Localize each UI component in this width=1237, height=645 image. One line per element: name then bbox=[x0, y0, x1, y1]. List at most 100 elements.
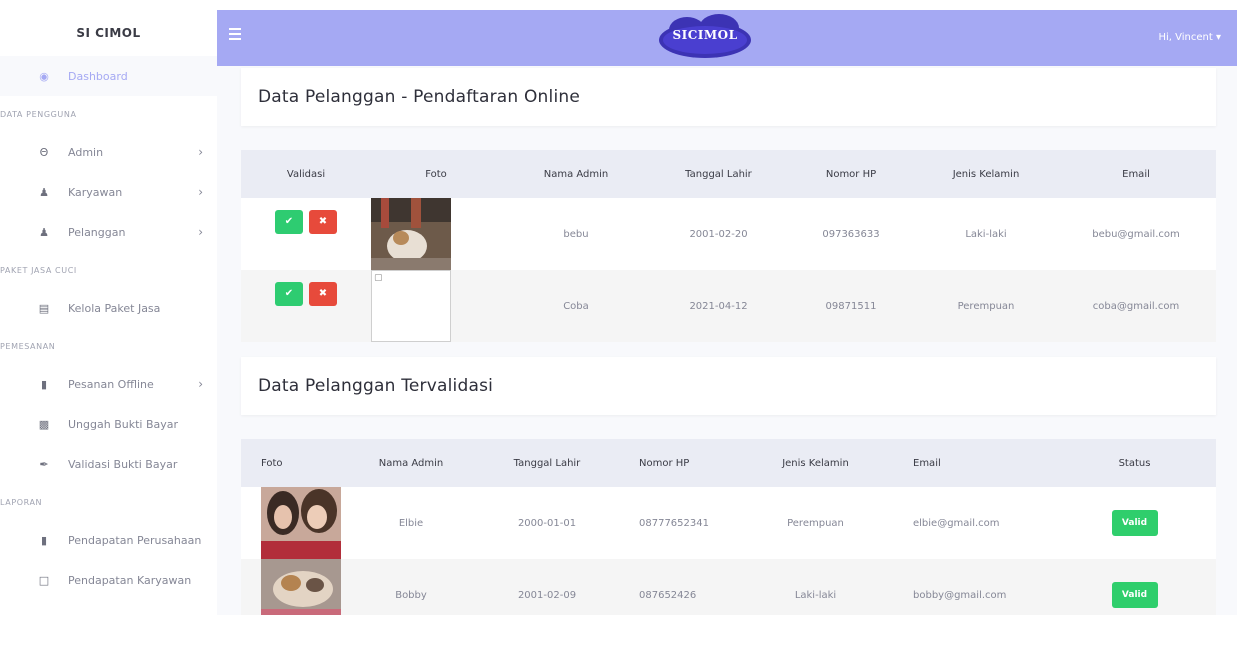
hp-cell: 087652426 bbox=[639, 589, 697, 601]
nama-cell: Bobby bbox=[395, 589, 427, 601]
hp-cell: 097363633 bbox=[822, 228, 880, 240]
sidebar-item-label: Admin bbox=[68, 145, 104, 159]
status-cell: Valid bbox=[1053, 559, 1216, 615]
hp-cell: 08777652341 bbox=[639, 517, 709, 529]
jk-cell: Laki-laki bbox=[965, 228, 1007, 240]
jk-cell: Laki-laki bbox=[794, 589, 837, 601]
broken-image-icon: ▢ bbox=[371, 270, 451, 342]
col-header: Jenis Kelamin bbox=[782, 457, 849, 469]
sidebar-item-karyawan[interactable]: ♟ Karyawan › bbox=[0, 172, 217, 212]
col-header: Foto bbox=[261, 457, 283, 469]
sidebar-item-dashboard[interactable]: ◉ Dashboard bbox=[0, 56, 217, 96]
nama-cell: Coba bbox=[563, 300, 589, 312]
logo-text: SICIMOL bbox=[672, 28, 738, 42]
sidebar-heading-pengguna: DATA PENGGUNA bbox=[0, 109, 77, 119]
user-icon: ♟ bbox=[39, 185, 49, 199]
sidebar-item-pesanan-offline[interactable]: ▮ Pesanan Offline › bbox=[0, 364, 217, 404]
sidebar-heading-paket: PAKET JASA CUCI bbox=[0, 265, 77, 275]
foto-cell bbox=[241, 487, 341, 559]
sidebar-heading: LAPORAN bbox=[0, 484, 217, 520]
validasi-cell: ✔ ✖ bbox=[241, 198, 371, 270]
user-tie-icon: ♟ bbox=[39, 225, 49, 239]
customer-photo bbox=[261, 487, 341, 559]
foto-cell: ▢ bbox=[371, 270, 501, 342]
sidebar-brand[interactable]: SI CIMOL bbox=[0, 10, 217, 56]
sidebar-item-label: Karyawan bbox=[68, 185, 123, 199]
foto-cell bbox=[371, 198, 501, 270]
sidebar-item-label: Kelola Paket Jasa bbox=[68, 301, 161, 315]
file-icon: ▮ bbox=[40, 377, 48, 391]
validasi-cell: ✔ ✖ bbox=[241, 270, 371, 342]
col-header: Nomor HP bbox=[639, 457, 690, 469]
sidebar-item-validasi-bukti[interactable]: ✒ Validasi Bukti Bayar bbox=[0, 444, 217, 484]
status-badge[interactable]: Valid bbox=[1111, 510, 1158, 536]
sidebar-heading-laporan: LAPORAN bbox=[0, 497, 43, 507]
approve-button[interactable]: ✔ bbox=[275, 210, 303, 234]
col-header: Foto bbox=[425, 168, 447, 180]
fire-icon: ◉ bbox=[39, 69, 49, 83]
online-table: Validasi Foto Nama Admin Tanggal Lahir N… bbox=[241, 150, 1216, 342]
online-card-header: Data Pelanggan - Pendaftaran Online bbox=[241, 68, 1216, 126]
tanggal-cell: 2001-02-09 bbox=[517, 589, 577, 601]
nama-cell: Elbie bbox=[398, 517, 424, 529]
sidebar-item-label: Pesanan Offline bbox=[68, 377, 154, 391]
book-icon: ▤ bbox=[38, 301, 50, 315]
col-header: Jenis Kelamin bbox=[952, 168, 1020, 180]
hamburger-menu-icon[interactable] bbox=[229, 28, 241, 40]
table-row: ✔ ✖ ▢ Coba 2021-04-12 09871511 Perempuan … bbox=[241, 270, 1216, 342]
money-icon: ▩ bbox=[38, 417, 50, 431]
reject-button[interactable]: ✖ bbox=[309, 282, 337, 306]
email-cell: bebu@gmail.com bbox=[1092, 228, 1180, 240]
table-row: Bobby 2001-02-09 087652426 Laki-laki bob… bbox=[241, 559, 1216, 615]
sidebar-item-unggah-bukti[interactable]: ▩ Unggah Bukti Bayar bbox=[0, 404, 217, 444]
app-root: SI CIMOL ◉ Dashboard DATA PENGGUNA Θ Adm… bbox=[0, 0, 1237, 645]
table-header-row: Foto Nama Admin Tanggal Lahir Nomor HP J… bbox=[241, 439, 1216, 487]
sidebar-item-label: Unggah Bukti Bayar bbox=[68, 417, 179, 431]
validated-table: Foto Nama Admin Tanggal Lahir Nomor HP J… bbox=[241, 439, 1216, 615]
tanggal-cell: 2000-01-01 bbox=[517, 517, 577, 529]
sidebar-item-admin[interactable]: Θ Admin › bbox=[0, 132, 217, 172]
email-cell: elbie@gmail.com bbox=[913, 517, 1000, 529]
chevron-right-icon: › bbox=[198, 225, 203, 239]
sidebar-heading: DATA PENGGUNA bbox=[0, 96, 217, 132]
approve-button[interactable]: ✔ bbox=[275, 282, 303, 306]
sidebar-item-pendapatan-karyawan[interactable]: □ Pendapatan Karyawan bbox=[0, 560, 217, 600]
user-menu[interactable]: Hi, Vincent ▾ bbox=[1159, 32, 1222, 43]
sidebar-item-label: Validasi Bukti Bayar bbox=[68, 457, 178, 471]
sidebar-item-pelanggan[interactable]: ♟ Pelanggan › bbox=[0, 212, 217, 252]
col-header: Validasi bbox=[286, 168, 326, 180]
hp-cell: 09871511 bbox=[825, 300, 877, 312]
topbar: SICIMOL Hi, Vincent ▾ bbox=[217, 10, 1237, 66]
sidebar-item-label: Pelanggan bbox=[68, 225, 126, 239]
col-header: Tanggal Lahir bbox=[685, 168, 752, 180]
tanggal-cell: 2021-04-12 bbox=[689, 300, 748, 312]
nama-cell: bebu bbox=[563, 228, 589, 240]
col-header: Nama Admin bbox=[378, 457, 444, 469]
tanggal-cell: 2001-02-20 bbox=[689, 228, 748, 240]
col-header: Status bbox=[1118, 457, 1151, 469]
sidebar-item-label: Pendapatan Perusahaan bbox=[68, 533, 202, 547]
pen-icon: ✒ bbox=[39, 457, 49, 471]
table-row: ✔ ✖ bebu 2001-02-20 097363633 Laki-laki … bbox=[241, 198, 1216, 270]
online-section-title: Data Pelanggan - Pendaftaran Online bbox=[258, 87, 581, 107]
jk-cell: Perempuan bbox=[957, 300, 1015, 312]
sidebar-item-label: Pendapatan Karyawan bbox=[68, 573, 192, 587]
logo[interactable]: SICIMOL bbox=[657, 12, 753, 64]
validated-section-title: Data Pelanggan Tervalidasi bbox=[258, 376, 494, 396]
col-header: Nomor HP bbox=[825, 168, 877, 180]
chevron-right-icon: › bbox=[198, 185, 203, 199]
reject-button[interactable]: ✖ bbox=[309, 210, 337, 234]
sidebar-item-kelola-paket[interactable]: ▤ Kelola Paket Jasa bbox=[0, 288, 217, 328]
table-header-row: Validasi Foto Nama Admin Tanggal Lahir N… bbox=[241, 150, 1216, 198]
sidebar-item-label: Dashboard bbox=[68, 69, 128, 83]
sidebar-item-pendapatan-perusahaan[interactable]: ▮ Pendapatan Perusahaan bbox=[0, 520, 217, 560]
jk-cell: Perempuan bbox=[787, 517, 844, 529]
table-row: Elbie 2000-01-01 08777652341 Perempuan e… bbox=[241, 487, 1216, 559]
main-content: Data Pelanggan - Pendaftaran Online Vali… bbox=[217, 66, 1237, 615]
col-header: Email bbox=[913, 457, 941, 469]
sidebar-heading: PAKET JASA CUCI bbox=[0, 252, 217, 288]
clipboard-icon: ▮ bbox=[40, 533, 48, 547]
col-header: Tanggal Lahir bbox=[513, 457, 581, 469]
col-header: Email bbox=[1122, 168, 1150, 180]
status-badge[interactable]: Valid bbox=[1111, 582, 1158, 608]
